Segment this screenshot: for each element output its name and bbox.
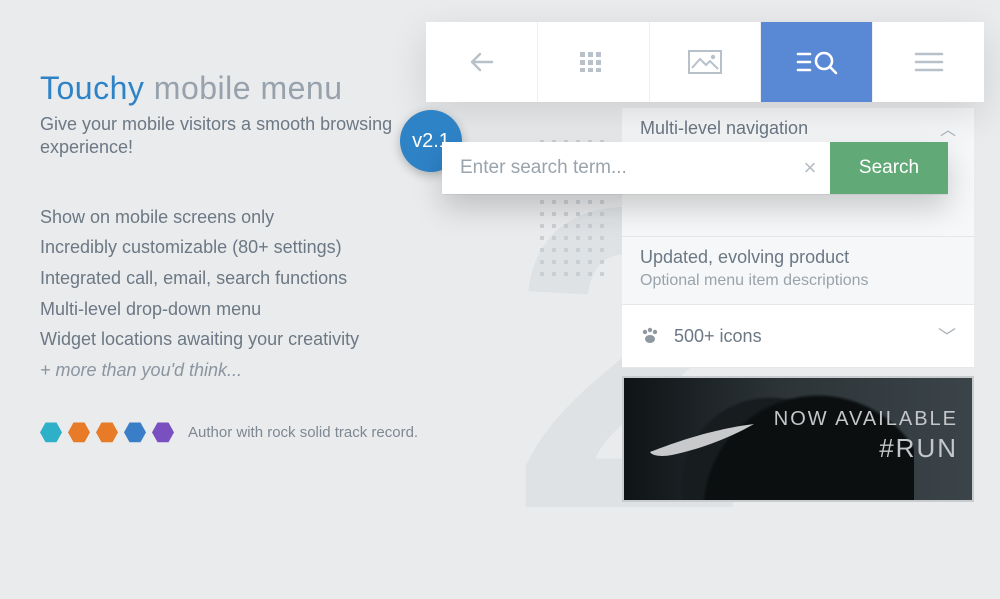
promo-text: NOW AVAILABLE #RUN (774, 408, 958, 464)
feature-item: Incredibly customizable (80+ settings) (40, 232, 470, 263)
search-list-icon (796, 48, 838, 76)
search-submit-button[interactable]: Search (830, 142, 948, 194)
back-arrow-icon (466, 50, 496, 74)
badge-icon (40, 421, 62, 443)
chevron-down-icon: ﹀ (938, 323, 956, 349)
product-title: Touchy mobile menu (40, 70, 470, 107)
side-row-title: Updated, evolving product (640, 247, 956, 268)
feature-item: Show on mobile screens only (40, 202, 470, 233)
toolbar-grid-button[interactable] (538, 22, 650, 102)
search-panel: Enter search term... × Search (442, 142, 948, 194)
hamburger-icon (914, 51, 944, 73)
toolbar-image-button[interactable] (650, 22, 762, 102)
grid-icon (580, 52, 606, 72)
chevron-up-icon: ︿ (940, 116, 956, 140)
nike-swoosh-icon (646, 422, 756, 458)
side-row-icons[interactable]: 500+ icons ﹀ (622, 305, 974, 368)
title-rest: mobile menu (154, 70, 343, 106)
feature-item: Multi-level drop-down menu (40, 294, 470, 325)
side-row-icons-label: 500+ icons (674, 326, 762, 347)
search-input[interactable]: Enter search term... (442, 142, 790, 194)
promo-line-2: #RUN (774, 433, 958, 464)
side-row-updated[interactable]: Updated, evolving product Optional menu … (622, 237, 974, 305)
paw-icon (640, 327, 660, 345)
image-icon (688, 50, 722, 74)
author-row: Author with rock solid track record. (40, 421, 470, 443)
brand-name: Touchy (40, 70, 144, 106)
side-row-subtitle: Optional menu item descriptions (640, 272, 956, 290)
feature-list: Show on mobile screens only Incredibly c… (40, 202, 470, 386)
search-placeholder: Enter search term... (460, 157, 627, 179)
author-badges (40, 421, 174, 443)
promo-line-1: NOW AVAILABLE (774, 408, 958, 431)
side-row-label: Multi-level navigation (640, 118, 808, 139)
badge-icon (152, 421, 174, 443)
toolbar (426, 22, 984, 102)
toolbar-menu-button[interactable] (873, 22, 984, 102)
feature-item: Integrated call, email, search functions (40, 263, 470, 294)
badge-icon (68, 421, 90, 443)
feature-item: Widget locations awaiting your creativit… (40, 324, 470, 355)
badge-icon (96, 421, 118, 443)
author-text: Author with rock solid track record. (188, 424, 418, 441)
toolbar-back-button[interactable] (426, 22, 538, 102)
feature-more: + more than you'd think... (40, 355, 470, 386)
badge-icon (124, 421, 146, 443)
search-clear-button[interactable]: × (790, 142, 830, 194)
close-icon: × (804, 155, 817, 181)
search-button-label: Search (859, 157, 919, 179)
promo-banner[interactable]: NOW AVAILABLE #RUN (622, 376, 974, 502)
toolbar-search-list-button[interactable] (761, 22, 873, 102)
